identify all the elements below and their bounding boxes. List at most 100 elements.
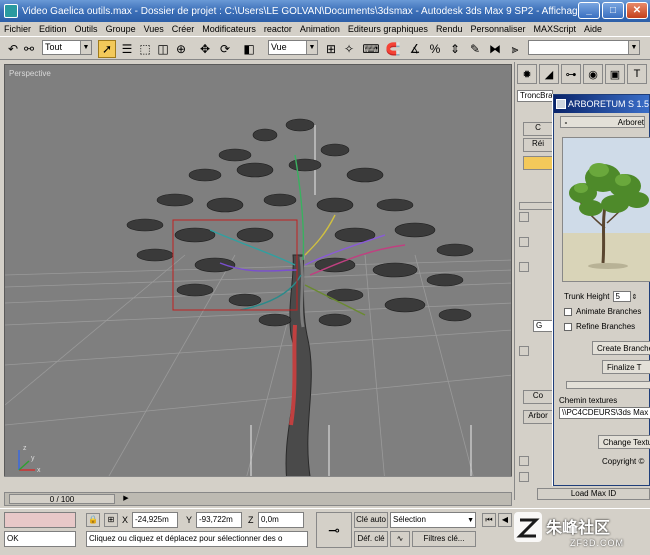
textures-path-input[interactable]: \\PC4CDEURS\3ds Max [559,407,650,419]
ref-coord-value: Vue [271,42,287,52]
menu-personnaliser[interactable]: Personnaliser [466,24,529,34]
rotate-icon[interactable]: ⟳ [216,40,234,58]
y-label: Y [186,515,193,525]
panel-button-rei[interactable]: Réi [523,138,553,152]
select-arrow-icon[interactable]: ➚ [98,40,116,58]
mirror-icon[interactable]: ⧓ [486,40,504,58]
menu-reactor[interactable]: reactor [260,24,296,34]
menu-maxscript[interactable]: MAXScript [530,24,581,34]
menu-editeurs-graphiques[interactable]: Editeurs graphiques [344,24,432,34]
color-swatch[interactable] [523,156,553,170]
named-selection-icon[interactable]: ✎ [466,40,484,58]
x-coordinate-field[interactable]: -24,925m [132,512,178,528]
time-slider-thumb[interactable]: 0 / 100 [9,494,115,504]
menu-edition[interactable]: Edition [35,24,71,34]
rect-selection-icon[interactable]: ⬚ [136,40,154,58]
y-coordinate-field[interactable]: -93,722m [196,512,242,528]
arboretum-title-bar[interactable]: ARBORETUM S 1.5 51 [554,95,649,113]
time-slider[interactable]: 0 / 100 ▶ [4,492,512,506]
spinner-up[interactable] [519,237,529,247]
ref-coord-dropdown[interactable]: Vue ▼ [268,40,318,55]
select-by-name-icon[interactable]: ☰ [118,40,136,58]
prompt-line: Cliquez ou cliquez et déplacez pour séle… [86,531,308,547]
spinner-icon[interactable]: ⇕ [632,293,638,301]
spinner-up[interactable] [519,456,529,466]
modify-tab-icon[interactable]: ◢ [539,64,559,84]
go-to-start-icon[interactable]: ⏮ [482,513,496,527]
animate-branches-checkbox[interactable] [564,307,572,316]
menu-fichier[interactable]: Fichier [0,24,35,34]
load-max-id-button[interactable]: Load Max ID [537,488,650,500]
set-key-button[interactable]: Déf. clé [354,531,388,547]
menu-vues[interactable]: Vues [140,24,168,34]
menu-outils[interactable]: Outils [71,24,102,34]
create-branches-button[interactable]: Create Branches [592,341,650,355]
arboretum-rollout[interactable]: - Arboret [560,116,645,128]
refine-branches-row[interactable]: Refine Branches [564,322,635,331]
motion-tab-icon[interactable]: ◉ [583,64,603,84]
hierarchy-tab-icon[interactable]: ⊶ [561,64,581,84]
minimize-button[interactable]: _ [578,2,600,19]
align-icon[interactable]: ⫸ [506,40,524,58]
viewport-label[interactable]: Perspective [9,69,51,78]
animate-branches-row[interactable]: Animate Branches [564,307,641,316]
panel-button-c[interactable]: C [523,122,553,136]
move-icon[interactable]: ✥ [196,40,214,58]
keyboard-shortcut-icon[interactable]: ⌨ [362,40,380,58]
menu-animation[interactable]: Animation [296,24,344,34]
percent-snap-icon[interactable]: % [426,40,444,58]
axis-label-x: x [37,467,41,474]
close-button[interactable]: ✕ [626,2,648,19]
lock-selection-icon[interactable]: 🔒 [86,513,100,527]
key-filter-icon[interactable]: ∿ [390,531,410,547]
z-coordinate-field[interactable]: 0,0m [258,512,304,528]
utilities-tab-icon[interactable]: T [627,64,647,84]
spinner-up[interactable] [519,472,529,482]
refine-branches-label: Refine Branches [576,322,636,331]
absolute-mode-icon[interactable]: ⊞ [104,513,118,527]
key-filters-button[interactable]: Filtres clé... [412,531,476,547]
selection-filter-dropdown[interactable]: Tout ▼ [42,40,92,55]
finalize-button[interactable]: Finalize T [602,360,650,374]
spinner-up[interactable] [519,346,529,356]
pivot-icon[interactable]: ⊞ [322,40,340,58]
named-selection-dropdown[interactable]: ▼ [528,40,640,55]
perspective-viewport[interactable]: Perspective z x y [4,64,512,482]
next-frame-icon[interactable]: ▶ [121,494,131,504]
chevron-down-icon: ▼ [306,41,317,54]
object-name-field[interactable]: TroncBra... [517,90,553,102]
angle-snap-icon[interactable]: ∡ [406,40,424,58]
menu-groupe[interactable]: Groupe [102,24,140,34]
manipulate-icon[interactable]: ✧ [340,40,358,58]
menu-modificateurs[interactable]: Modificateurs [198,24,260,34]
create-tab-icon[interactable]: ✹ [517,64,537,84]
spinner-snap-icon[interactable]: ⇕ [446,40,464,58]
main-toolbar: ↶ ⚯ Tout ▼ ➚ ☰ ⬚ ◫ ⊕ ✥ ⟳ ◧ Vue ▼ ⊞ ✧ ⌨ 🧲… [0,36,650,60]
maximize-button[interactable]: □ [602,2,624,19]
move-icon[interactable]: ⊕ [172,40,190,58]
window-crossing-icon[interactable]: ◫ [154,40,172,58]
menu-aide[interactable]: Aide [580,24,606,34]
menu-creer[interactable]: Créer [168,24,199,34]
change-textures-button[interactable]: Change Textu [598,435,650,449]
set-key-icon[interactable]: ⊸ [316,512,352,548]
maxscript-listener-mini[interactable] [4,512,76,528]
trackbar[interactable] [4,476,512,490]
menu-rendu[interactable]: Rendu [432,24,467,34]
panel-button-co[interactable]: Co [523,390,553,404]
panel-button-arbor[interactable]: Arbor [523,410,553,424]
link-icon[interactable]: ⚯ [20,40,38,58]
key-mode-dropdown[interactable]: Sélection ▼ [390,512,476,528]
refine-branches-checkbox[interactable] [564,322,572,331]
snap-icon[interactable]: 🧲 [384,40,402,58]
tree-preview-image [562,137,650,282]
scale-icon[interactable]: ◧ [240,40,258,58]
key-mode-value: Sélection [393,515,426,524]
spinner-up[interactable] [519,262,529,272]
display-tab-icon[interactable]: ▣ [605,64,625,84]
trunk-height-input[interactable]: 5 [612,291,631,302]
auto-key-button[interactable]: Clé auto [354,512,388,528]
spinner-up[interactable] [519,212,529,222]
field-g[interactable]: G [533,320,553,332]
maxscript-ok-field[interactable]: OK [4,531,76,547]
